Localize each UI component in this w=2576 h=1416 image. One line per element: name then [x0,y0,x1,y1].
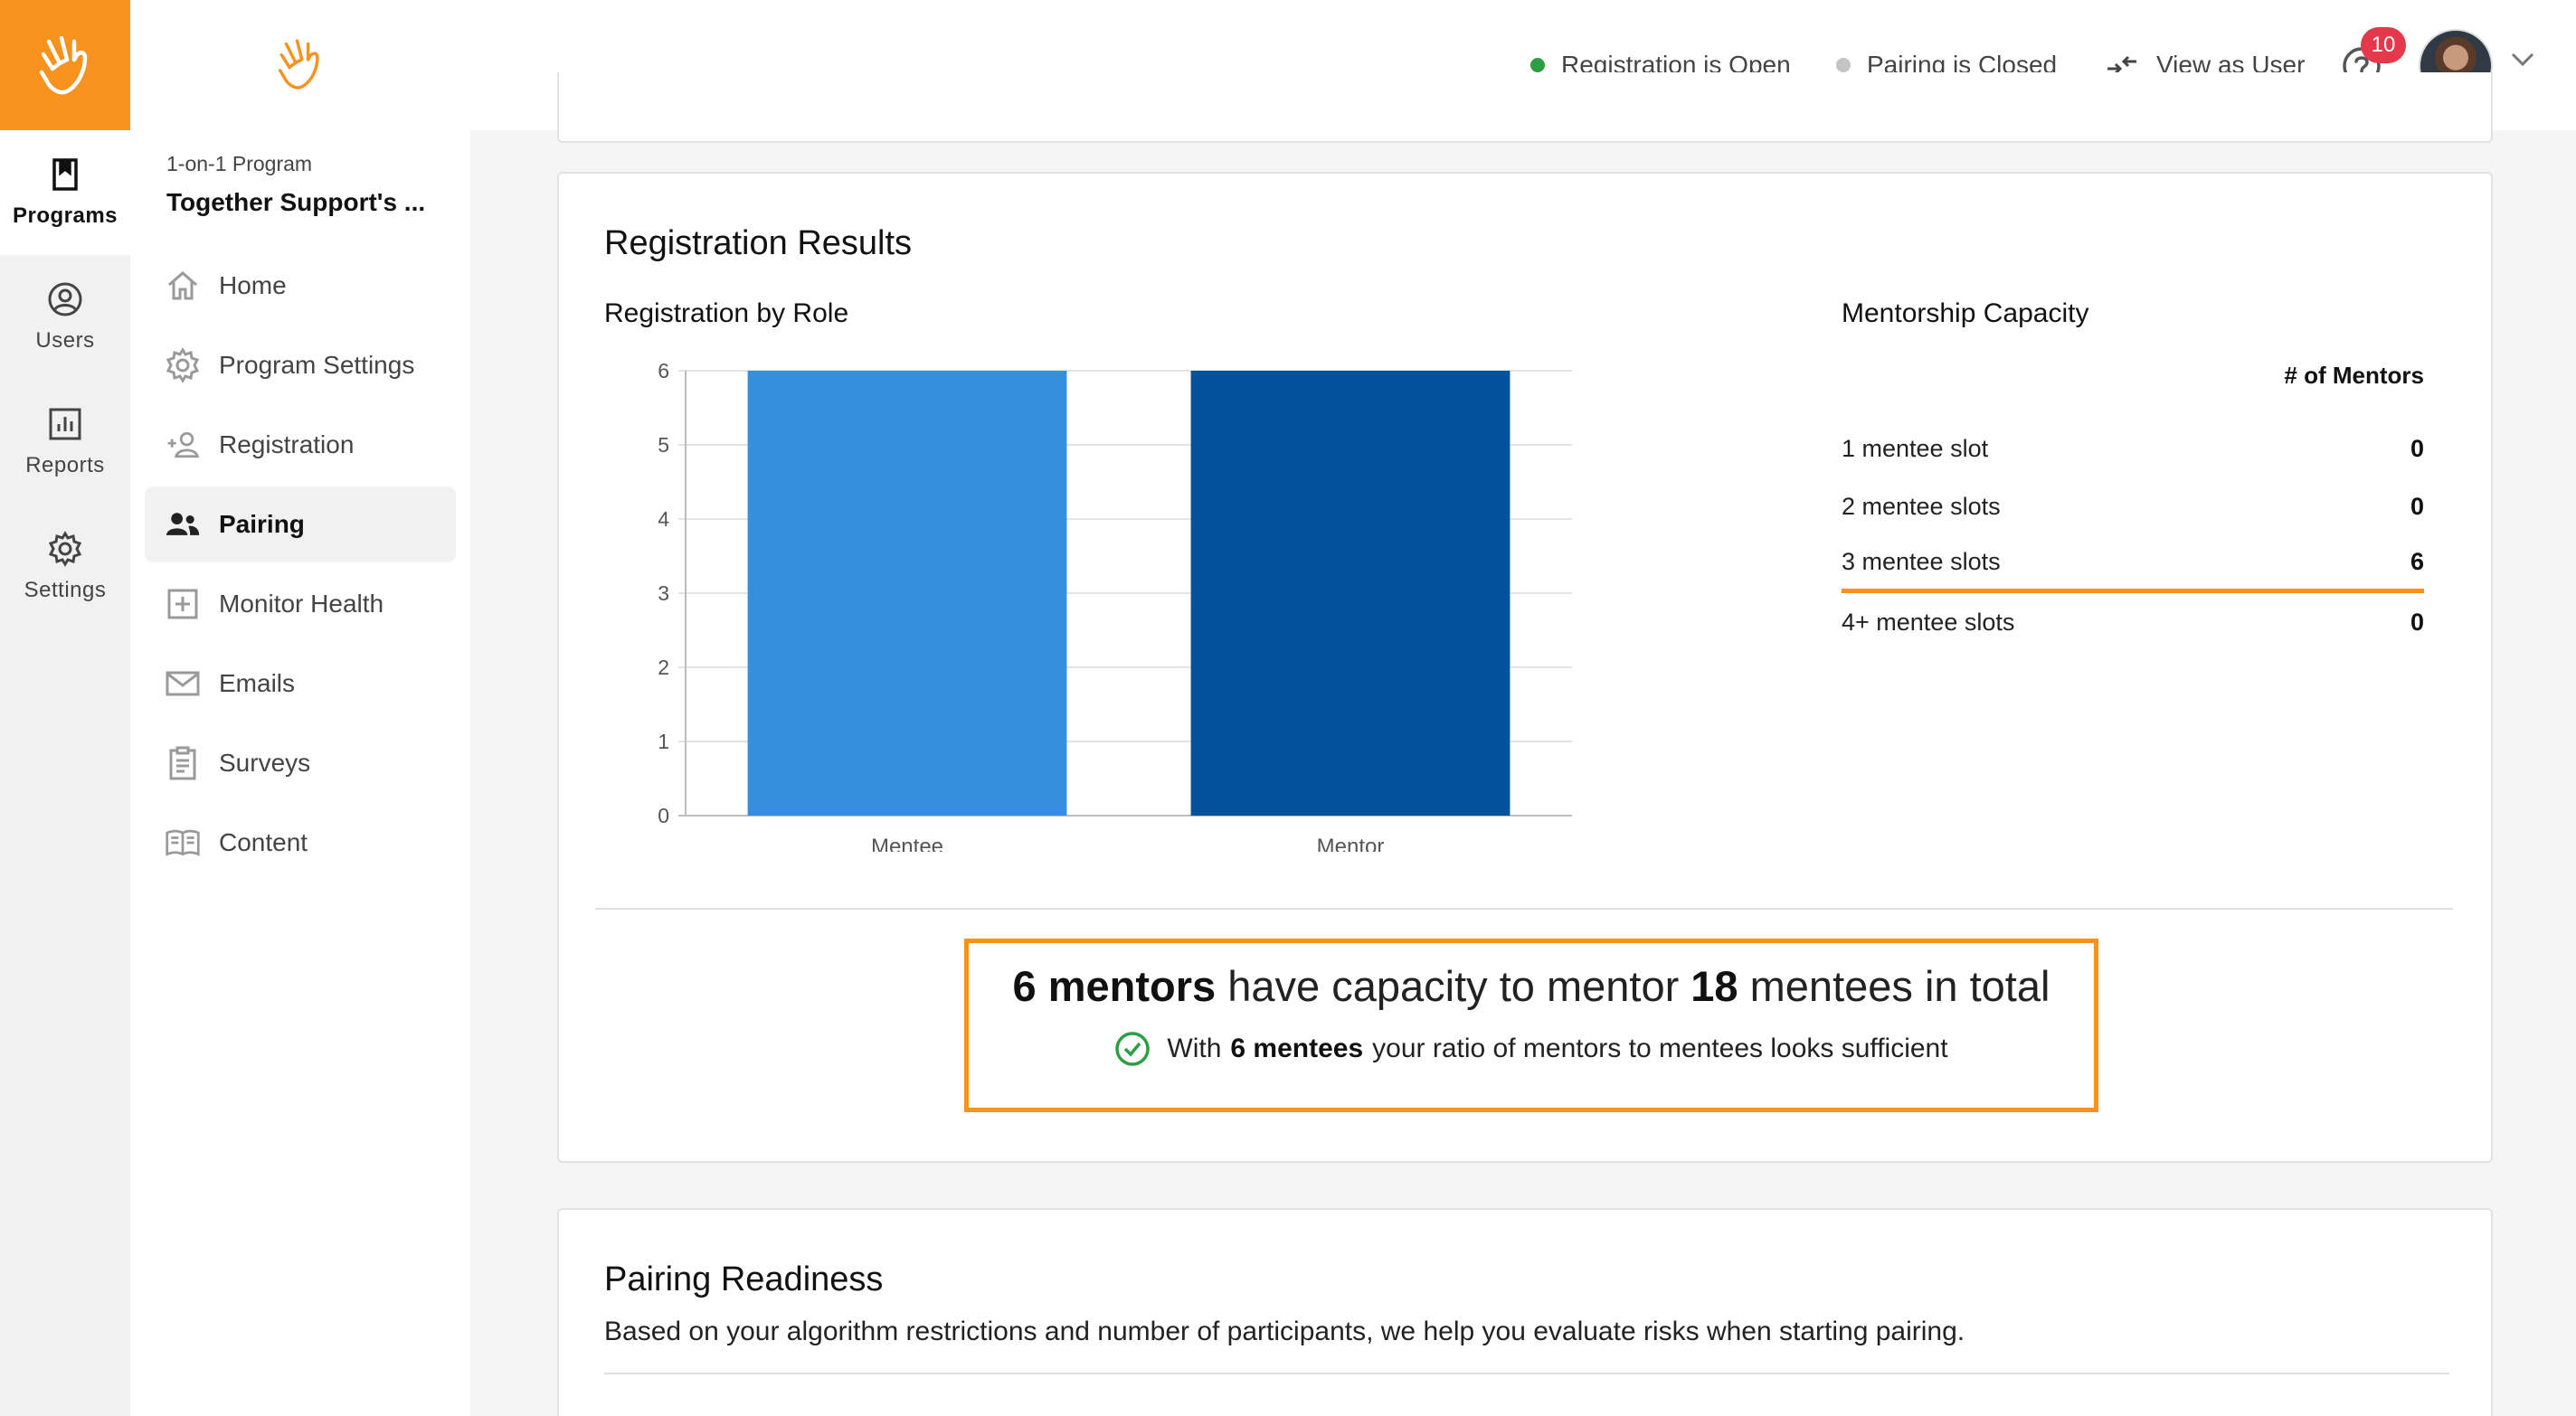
nav-item-surveys[interactable]: Surveys [145,725,456,801]
nav-label: Home [219,271,287,299]
chart-title: Registration by Role [604,298,849,328]
summary-detail-text: With [1167,1034,1222,1063]
capacity-title: Mentorship Capacity [1842,298,2089,328]
previous-card [557,72,2493,143]
program-sidebar: 1-on-1 Program Together Support's ... Ho… [130,0,470,1416]
capacity-row: 4+ mentee slots 0 [1842,593,2424,651]
x-tick-label: Mentee [871,835,943,852]
nav-label: Monitor Health [219,590,384,618]
nav-item-content[interactable]: Content [145,805,456,881]
user-circle-icon [48,282,82,316]
gear-icon [48,531,82,567]
y-tick-label: 2 [658,656,669,679]
bar-mentee [747,371,1067,816]
mentee-capacity: 18 [1690,962,1738,1010]
nav-item-emails[interactable]: Emails [145,646,456,722]
y-tick-label: 4 [658,507,669,531]
nav-label: Emails [219,669,296,697]
bookmark-icon [52,158,78,191]
program-name[interactable]: Together Support's ... [166,188,425,217]
y-tick-label: 6 [658,359,669,382]
chart-icon [49,408,81,440]
rail-item-users[interactable]: Users [0,255,130,380]
capacity-row: 2 mentee slots 0 [1842,477,2424,535]
gear-icon [163,345,203,385]
health-plus-icon [163,584,203,624]
status-dot-closed-icon [1836,58,1851,72]
nav-item-pairing[interactable]: Pairing [145,486,456,562]
bar-mentor [1190,371,1511,816]
nav-label: Content [219,828,308,856]
notification-badge[interactable]: 10 [2361,27,2406,63]
section-divider [604,1373,2449,1374]
pairing-readiness-card: Pairing Readiness Based on your algorith… [557,1208,2493,1416]
rail-item-settings[interactable]: Settings [0,505,130,629]
capacity-row: 1 mentee slot 0 [1842,420,2424,477]
capacity-row-label: 3 mentee slots [1842,548,2001,575]
nav-item-home[interactable]: Home [145,248,456,324]
rail-label: Settings [24,578,107,602]
capacity-column-header: # of Mentors [2284,362,2424,389]
section-divider [595,908,2453,910]
program-type-label: 1-on-1 Program [166,152,313,175]
wave-hand-icon [278,39,319,90]
y-tick-label: 3 [658,581,669,605]
app-rail: Programs Users Reports Settings [0,0,130,1416]
add-user-icon [163,425,203,465]
program-nav: Home Program Settings Registration Pairi… [145,248,456,884]
rail-label: Reports [25,453,105,477]
status-dot-open-icon [1530,58,1545,72]
rail-item-programs[interactable]: Programs [0,130,130,255]
capacity-row-label: 4+ mentee slots [1842,608,2015,636]
chevron-down-icon[interactable] [2511,52,2534,67]
capacity-row-value: 0 [2410,434,2424,462]
capacity-row-label: 1 mentee slot [1842,434,1989,462]
nav-label: Surveys [219,749,311,777]
summary-text: mentees in total [1738,962,2050,1010]
capacity-row-value: 0 [2410,492,2424,520]
nav-label: Registration [219,430,355,458]
app-logo[interactable] [0,0,130,130]
rail-label: Users [35,328,95,353]
mentee-count: 6 mentees [1230,1034,1364,1063]
capacity-row-value: 6 [2410,548,2424,575]
capacity-summary: 6 mentors have capacity to mentor 18 men… [964,939,2098,1112]
summary-detail-text: your ratio of mentors to mentees looks s… [1372,1034,1948,1063]
capacity-summary-detail: With 6 mentees your ratio of mentors to … [969,1031,2094,1067]
nav-label: Program Settings [219,351,415,379]
book-icon [163,823,203,863]
nav-item-program-settings[interactable]: Program Settings [145,327,456,403]
y-tick-label: 5 [658,433,669,457]
registration-results-card: Registration Results Registration by Rol… [557,172,2493,1163]
summary-text: have capacity to mentor [1216,962,1691,1010]
y-tick-label: 1 [658,730,669,753]
clipboard-icon [163,743,203,783]
program-logo [275,36,326,97]
home-icon [163,266,203,306]
capacity-summary-headline: 6 mentors have capacity to mentor 18 men… [969,961,2094,1011]
capacity-table: # of Mentors 1 mentee slot 0 2 mentee sl… [1842,362,2424,651]
section-description: Based on your algorithm restrictions and… [604,1317,1965,1346]
y-tick-label: 0 [658,804,669,827]
registration-by-role-chart: 0 1 2 3 4 5 6 Mentee Mentor [658,359,1572,852]
nav-item-monitor-health[interactable]: Monitor Health [145,566,456,642]
rail-label: Programs [12,203,118,228]
section-title: Registration Results [604,224,913,262]
x-tick-label: Mentor [1317,835,1385,852]
capacity-row-highlighted: 3 mentee slots 6 [1842,535,2424,593]
wave-hand-icon [39,35,88,95]
capacity-row-label: 2 mentee slots [1842,492,2001,520]
mentor-count: 6 mentors [1012,962,1217,1010]
users-icon [163,505,203,544]
check-circle-icon [1115,1032,1151,1066]
section-title: Pairing Readiness [604,1260,884,1298]
capacity-row-value: 0 [2410,608,2424,636]
nav-item-registration[interactable]: Registration [145,407,456,483]
nav-label: Pairing [219,510,305,538]
rail-item-reports[interactable]: Reports [0,380,130,505]
mail-icon [163,664,203,703]
